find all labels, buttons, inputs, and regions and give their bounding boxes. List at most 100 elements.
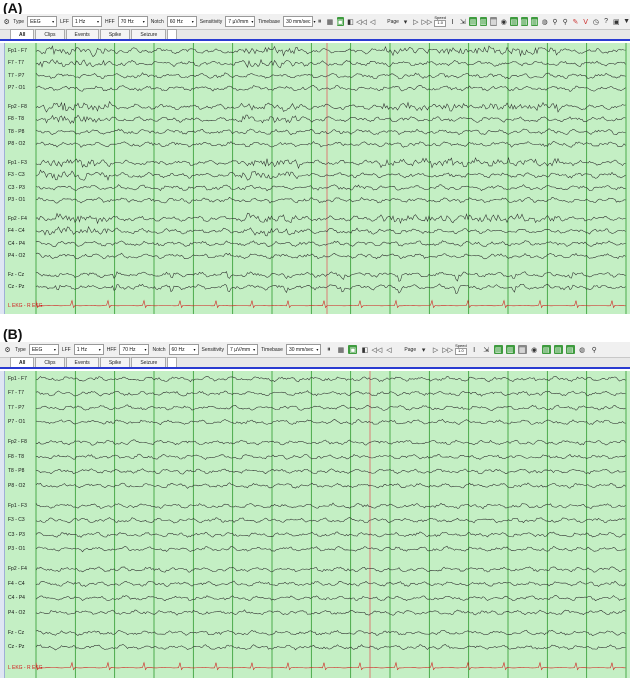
channel-label[interactable]: P4 - O2 bbox=[8, 610, 25, 616]
channel-label[interactable]: Cz - Pz bbox=[8, 284, 24, 290]
column-icon[interactable]: ▥ bbox=[493, 345, 503, 354]
channel-label[interactable]: F4 - C4 bbox=[8, 228, 25, 234]
channel-label[interactable]: P4 - O2 bbox=[8, 253, 25, 259]
channel-label[interactable]: Fp1 - F3 bbox=[8, 160, 27, 166]
channel-label[interactable]: T8 - P8 bbox=[8, 129, 24, 135]
column-icon[interactable]: ▥ bbox=[479, 17, 487, 26]
zoom-icon[interactable]: ⚲ bbox=[551, 17, 558, 26]
hff-select[interactable]: 70 Hz ▾ bbox=[119, 344, 150, 355]
tab-spike[interactable]: Spike bbox=[99, 357, 131, 367]
camera-icon[interactable]: ◧ bbox=[360, 345, 369, 354]
annotation-red-icon[interactable]: ✎ bbox=[572, 17, 579, 26]
channel-label[interactable]: P8 - O2 bbox=[8, 483, 25, 489]
channel-label[interactable]: P8 - O2 bbox=[8, 141, 25, 147]
tab-clips[interactable]: Clips bbox=[35, 357, 65, 367]
tab-all[interactable]: All bbox=[10, 357, 35, 367]
marker-icon[interactable]: Ⅰ bbox=[470, 345, 479, 354]
tab-clips[interactable]: Clips bbox=[35, 29, 65, 39]
channel-label[interactable]: C3 - P3 bbox=[8, 532, 25, 538]
trace-area[interactable]: Fp1 - F7 F7 - T7 T7 - P7 P7 - O1 Fp2 - F8 F8 … bbox=[0, 43, 630, 314]
column-icon[interactable]: ▥ bbox=[505, 345, 515, 354]
help-icon[interactable]: ? bbox=[602, 17, 609, 26]
channel-label[interactable]: Fp1 - F7 bbox=[8, 376, 27, 382]
channel-label[interactable]: F8 - T8 bbox=[8, 116, 24, 122]
channel-label[interactable]: C3 - P3 bbox=[8, 185, 25, 191]
tab-all[interactable]: All bbox=[10, 29, 35, 39]
trace-area[interactable]: Fp1 - F7 F7 - T7 T7 - P7 P7 - O1 Fp2 - F8 F8 … bbox=[0, 371, 630, 678]
channel-label[interactable]: P7 - O1 bbox=[8, 419, 25, 425]
channel-label[interactable]: L EKG - R EKG bbox=[8, 665, 43, 671]
grid-icon[interactable]: ▦ bbox=[517, 345, 527, 354]
chevron-down-icon[interactable]: ▾ bbox=[419, 345, 428, 354]
channel-label[interactable]: L EKG - R EKG bbox=[8, 303, 43, 309]
column-icon[interactable]: ▥ bbox=[469, 17, 477, 26]
report-icon[interactable]: ▤ bbox=[510, 17, 518, 26]
channel-label[interactable]: Fp2 - F8 bbox=[8, 439, 27, 445]
annotation-icon[interactable]: ◉ bbox=[500, 17, 507, 26]
save-icon[interactable]: ▼ bbox=[623, 17, 630, 26]
tab-spike[interactable]: Spike bbox=[99, 29, 131, 39]
report-icon[interactable]: ▤ bbox=[541, 345, 551, 354]
back-icon[interactable]: ◁ bbox=[369, 17, 376, 26]
zoom-icon[interactable]: ⚲ bbox=[590, 345, 599, 354]
channel-label[interactable]: C4 - P4 bbox=[8, 241, 25, 247]
video-icon[interactable]: ▣ bbox=[336, 17, 344, 26]
channel-label[interactable]: F8 - T8 bbox=[8, 454, 24, 460]
chevron-down-icon[interactable]: ▾ bbox=[402, 17, 409, 26]
channel-label[interactable]: C4 - P4 bbox=[8, 595, 25, 601]
channel-label[interactable]: T8 - P8 bbox=[8, 468, 24, 474]
channel-label[interactable]: F4 - C4 bbox=[8, 581, 25, 587]
tab-seizure[interactable]: Seizure bbox=[131, 357, 167, 367]
clock-icon[interactable]: ◷ bbox=[592, 17, 599, 26]
settings-icon[interactable]: ⚙ bbox=[3, 345, 12, 354]
event-icon[interactable]: ⇲ bbox=[482, 345, 491, 354]
back-icon[interactable]: ◁ bbox=[384, 345, 393, 354]
video-icon[interactable]: ▣ bbox=[348, 345, 358, 354]
tab-add[interactable] bbox=[167, 357, 178, 367]
channel-label[interactable]: F7 - T7 bbox=[8, 390, 24, 396]
channel-label[interactable]: Fp1 - F3 bbox=[8, 503, 27, 509]
rewind-icon[interactable]: ◁◁ bbox=[356, 17, 367, 26]
channel-label[interactable]: T7 - P7 bbox=[8, 405, 24, 411]
export-icon[interactable]: ▤ bbox=[565, 345, 575, 354]
play-icon[interactable]: ▷ bbox=[431, 345, 440, 354]
type-select[interactable]: EEG ▾ bbox=[28, 344, 59, 355]
channel-label[interactable]: Fp2 - F8 bbox=[8, 104, 27, 110]
marker-icon[interactable]: Ⅰ bbox=[449, 17, 456, 26]
timebase-select[interactable]: 30 mm/sec ▾ bbox=[285, 344, 322, 355]
report-icon[interactable]: ▤ bbox=[553, 345, 563, 354]
tab-events[interactable]: Events bbox=[65, 357, 99, 367]
channel-label[interactable]: F7 - T7 bbox=[8, 60, 24, 66]
channel-label[interactable]: T7 - P7 bbox=[8, 73, 24, 79]
camera-icon[interactable]: ◧ bbox=[347, 17, 354, 26]
tab-events[interactable]: Events bbox=[65, 29, 99, 39]
channel-label[interactable]: P7 - O1 bbox=[8, 85, 25, 91]
tab-seizure[interactable]: Seizure bbox=[131, 29, 167, 39]
tab-add[interactable] bbox=[167, 29, 178, 39]
analysis-icon[interactable]: ◍ bbox=[541, 17, 548, 26]
channel-label[interactable]: Fz - Cz bbox=[8, 272, 24, 278]
channel-label[interactable]: Fp2 - F4 bbox=[8, 566, 27, 572]
timebase-select[interactable]: 30 mm/sec ▾ bbox=[283, 16, 316, 27]
settings-icon[interactable]: ⚙ bbox=[3, 17, 10, 26]
sensitivity-select[interactable]: 7 µV/mm ▾ bbox=[227, 344, 259, 355]
print-icon[interactable]: ▣ bbox=[613, 17, 620, 26]
lff-select[interactable]: 1 Hz ▾ bbox=[71, 16, 102, 27]
annotation-red-icon[interactable]: ⴸ bbox=[582, 17, 589, 26]
report-icon[interactable]: ▤ bbox=[520, 17, 528, 26]
channel-label[interactable]: F3 - C3 bbox=[8, 517, 25, 523]
sensitivity-select[interactable]: 7 µV/mm ▾ bbox=[225, 16, 256, 27]
notch-select[interactable]: 60 Hz ▾ bbox=[168, 344, 199, 355]
channel-label[interactable]: Fp1 - F7 bbox=[8, 48, 27, 54]
channel-label[interactable]: Fz - Cz bbox=[8, 630, 24, 636]
annotation-icon[interactable]: ◉ bbox=[530, 345, 539, 354]
channel-label[interactable]: P3 - O1 bbox=[8, 546, 25, 552]
hff-select[interactable]: 70 Hz ▾ bbox=[117, 16, 148, 27]
channel-label[interactable]: F3 - C3 bbox=[8, 172, 25, 178]
montage-icon[interactable]: ▦ bbox=[336, 345, 345, 354]
grid-icon[interactable]: ▦ bbox=[489, 17, 498, 26]
play-icon[interactable]: ▷ bbox=[412, 17, 419, 26]
channel-label[interactable]: Fp2 - F4 bbox=[8, 216, 27, 222]
channel-label[interactable]: P3 - O1 bbox=[8, 197, 25, 203]
speed-control[interactable]: Speed 1.0 bbox=[455, 344, 467, 355]
